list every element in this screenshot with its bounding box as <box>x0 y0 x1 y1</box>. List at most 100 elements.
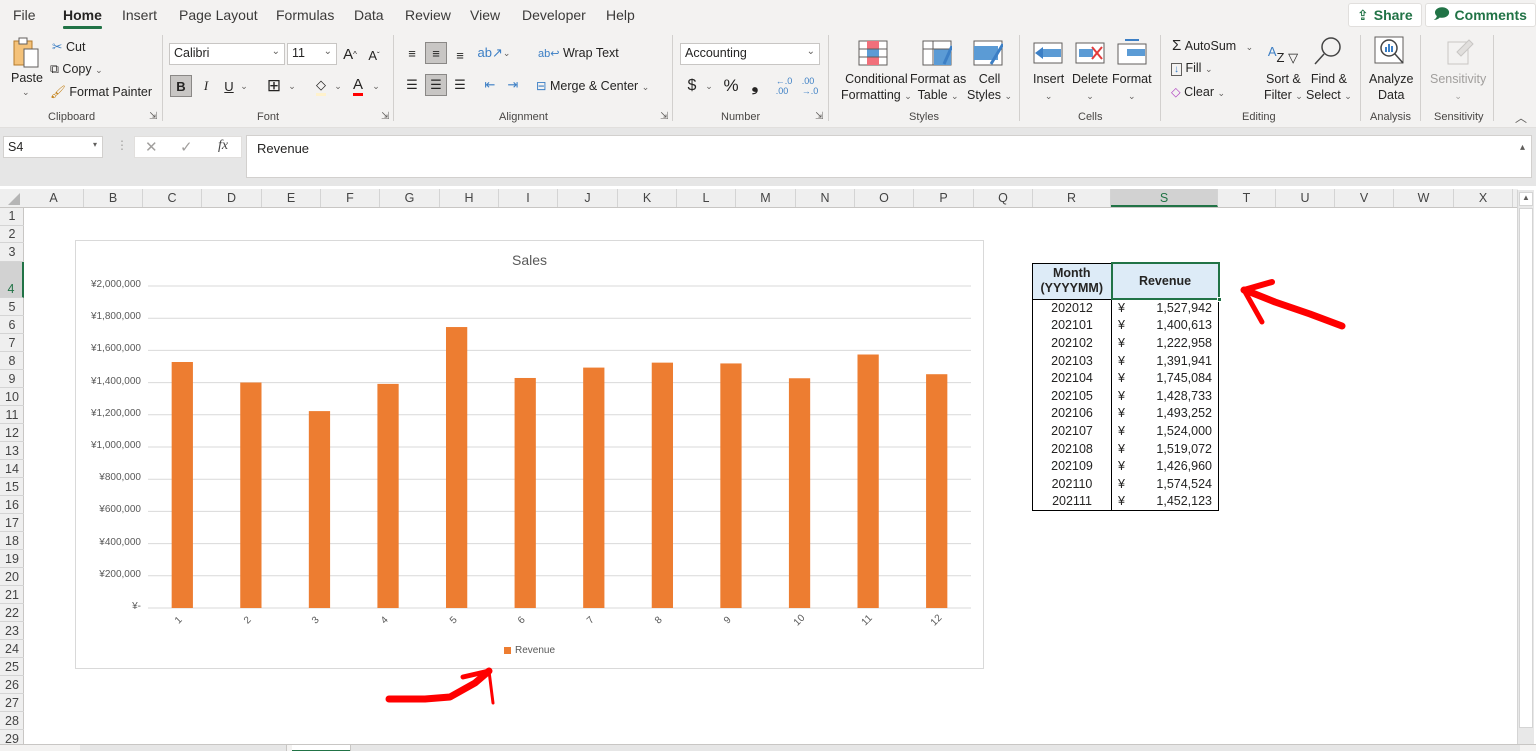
row-header-24[interactable]: 24 <box>0 640 24 658</box>
autosum-button[interactable]: Σ AutoSum ⌄ <box>1172 37 1253 54</box>
row-header-9[interactable]: 9 <box>0 370 24 388</box>
currency-dropdown[interactable]: ⌄ <box>703 79 715 93</box>
month-cell[interactable]: 202107 <box>1032 422 1112 440</box>
increase-indent-icon[interactable]: ⇥ <box>503 74 523 96</box>
revenue-cell[interactable]: ¥1,493,252 <box>1111 404 1219 423</box>
column-header-n[interactable]: N <box>796 189 855 207</box>
scroll-thumb[interactable] <box>1519 208 1533 728</box>
underline-button[interactable]: U <box>220 75 238 97</box>
align-bottom-icon[interactable]: ≡ <box>450 44 470 66</box>
orientation-icon[interactable]: ab↗ ⌄ <box>478 42 511 64</box>
row-header-21[interactable]: 21 <box>0 586 24 604</box>
find-select-button[interactable]: Find & Select ⌄ <box>1306 71 1352 104</box>
revenue-cell[interactable]: ¥1,391,941 <box>1111 351 1219 370</box>
tab-data[interactable]: Data <box>354 7 384 23</box>
fill-button[interactable]: ↓ Fill ⌄ <box>1171 61 1212 76</box>
tab-review[interactable]: Review <box>405 7 451 23</box>
analyze-data-button[interactable]: Analyze Data <box>1369 71 1413 103</box>
bar-2[interactable] <box>240 382 262 608</box>
month-cell[interactable]: 202105 <box>1032 386 1112 405</box>
font-color-dropdown[interactable]: ⌄ <box>370 79 382 93</box>
column-header-c[interactable]: C <box>143 189 202 207</box>
column-header-o[interactable]: O <box>855 189 914 207</box>
month-cell[interactable]: 202104 <box>1032 369 1112 387</box>
column-header-g[interactable]: G <box>380 189 440 207</box>
row-header-7[interactable]: 7 <box>0 334 24 352</box>
bar-10[interactable] <box>788 378 811 608</box>
conditional-formatting-button[interactable]: Conditional Formatting ⌄ <box>841 71 912 104</box>
decrease-font-size-icon[interactable]: Aˇ <box>364 44 384 66</box>
fill-color-dropdown[interactable]: ⌄ <box>332 79 344 93</box>
column-header-i[interactable]: I <box>499 189 558 207</box>
row-header-27[interactable]: 27 <box>0 694 24 712</box>
merge-center-button[interactable]: ⊟ Merge & Center ⌄ <box>536 78 649 93</box>
row-header-22[interactable]: 22 <box>0 604 24 622</box>
month-cell[interactable]: 202110 <box>1032 474 1112 493</box>
format-button[interactable]: Format ⌄ <box>1112 71 1152 104</box>
row-header-15[interactable]: 15 <box>0 478 24 496</box>
revenue-cell[interactable]: ¥1,519,072 <box>1111 439 1219 458</box>
expand-formula-bar-icon[interactable]: ▴ <box>1520 142 1525 153</box>
format-painter-button[interactable]: 🖌 Format Painter <box>50 85 152 100</box>
cut-button[interactable]: ✂ Cut <box>52 39 85 54</box>
revenue-cell[interactable]: ¥1,222,958 <box>1111 334 1219 352</box>
decrease-indent-icon[interactable]: ⇤ <box>480 74 500 96</box>
month-cell[interactable]: 202109 <box>1032 457 1112 475</box>
revenue-cell[interactable]: ¥1,428,733 <box>1111 386 1219 405</box>
column-header-r[interactable]: R <box>1033 189 1111 207</box>
sales-chart[interactable]: Sales Revenue ¥- ¥200,000 ¥400,000 ¥600,000… <box>75 240 984 669</box>
sort-filter-icon[interactable]: AZ ▽ <box>1266 37 1300 67</box>
decrease-decimal-icon[interactable]: .00 →.0 <box>800 75 820 97</box>
collapse-ribbon-icon[interactable]: ︿ <box>1512 109 1530 125</box>
underline-dropdown[interactable]: ⌄ <box>238 79 250 93</box>
column-header-h[interactable]: H <box>440 189 499 207</box>
increase-font-size-icon[interactable]: A ^ <box>340 43 360 65</box>
row-header-18[interactable]: 18 <box>0 532 24 550</box>
row-header-6[interactable]: 6 <box>0 316 24 334</box>
row-header-26[interactable]: 26 <box>0 676 24 694</box>
font-launcher-icon[interactable]: ⇲ <box>381 111 389 122</box>
column-header-e[interactable]: E <box>262 189 321 207</box>
format-cells-icon[interactable] <box>1116 37 1148 67</box>
bar-3[interactable] <box>308 411 331 608</box>
column-header-v[interactable]: V <box>1335 189 1394 207</box>
row-header-20[interactable]: 20 <box>0 568 24 586</box>
borders-dropdown[interactable]: ⌄ <box>286 79 298 93</box>
percent-button[interactable]: % <box>720 75 742 97</box>
row-header-23[interactable]: 23 <box>0 622 24 640</box>
column-header-x[interactable]: X <box>1454 189 1513 207</box>
align-right-icon[interactable]: ☰ <box>450 74 470 96</box>
month-cell[interactable]: 202012 <box>1032 299 1112 317</box>
row-header-14[interactable]: 14 <box>0 460 24 478</box>
sheet-tab[interactable] <box>80 745 287 751</box>
month-cell[interactable]: 202103 <box>1032 351 1112 370</box>
format-as-table-button[interactable]: Format as Table ⌄ <box>910 71 966 104</box>
clear-button[interactable]: ◇ Clear ⌄ <box>1171 84 1225 99</box>
insert-button[interactable]: Insert ⌄ <box>1033 71 1064 104</box>
tab-home[interactable]: Home <box>63 7 102 29</box>
bar-11[interactable] <box>857 354 879 608</box>
column-header-f[interactable]: F <box>321 189 380 207</box>
row-header-12[interactable]: 12 <box>0 424 24 442</box>
tab-view[interactable]: View <box>470 7 500 23</box>
currency-button[interactable]: $ <box>683 75 701 97</box>
row-header-25[interactable]: 25 <box>0 658 24 676</box>
cancel-icon[interactable]: ✕ <box>145 138 158 156</box>
font-color-icon[interactable]: A <box>348 74 368 98</box>
share-button[interactable]: ⇪ Share <box>1348 3 1422 27</box>
revenue-cell[interactable]: ¥1,452,123 <box>1111 492 1219 511</box>
select-all-button[interactable] <box>0 189 24 207</box>
comments-button[interactable]: 🗩 Comments <box>1425 3 1536 27</box>
column-header-t[interactable]: T <box>1218 189 1276 207</box>
conditional-formatting-icon[interactable] <box>857 39 889 67</box>
revenue-cell[interactable]: ¥1,400,613 <box>1111 316 1219 335</box>
tab-formulas[interactable]: Formulas <box>276 7 334 23</box>
horizontal-scrollbar[interactable] <box>350 745 1520 751</box>
column-header-j[interactable]: J <box>558 189 618 207</box>
revenue-cell[interactable]: ¥1,527,942 <box>1111 299 1219 317</box>
scroll-up-icon[interactable]: ▲ <box>1519 192 1533 206</box>
bold-button[interactable]: B <box>170 75 192 97</box>
tab-file[interactable]: File <box>13 7 36 23</box>
row-header-17[interactable]: 17 <box>0 514 24 532</box>
delete-button[interactable]: Delete ⌄ <box>1072 71 1108 104</box>
